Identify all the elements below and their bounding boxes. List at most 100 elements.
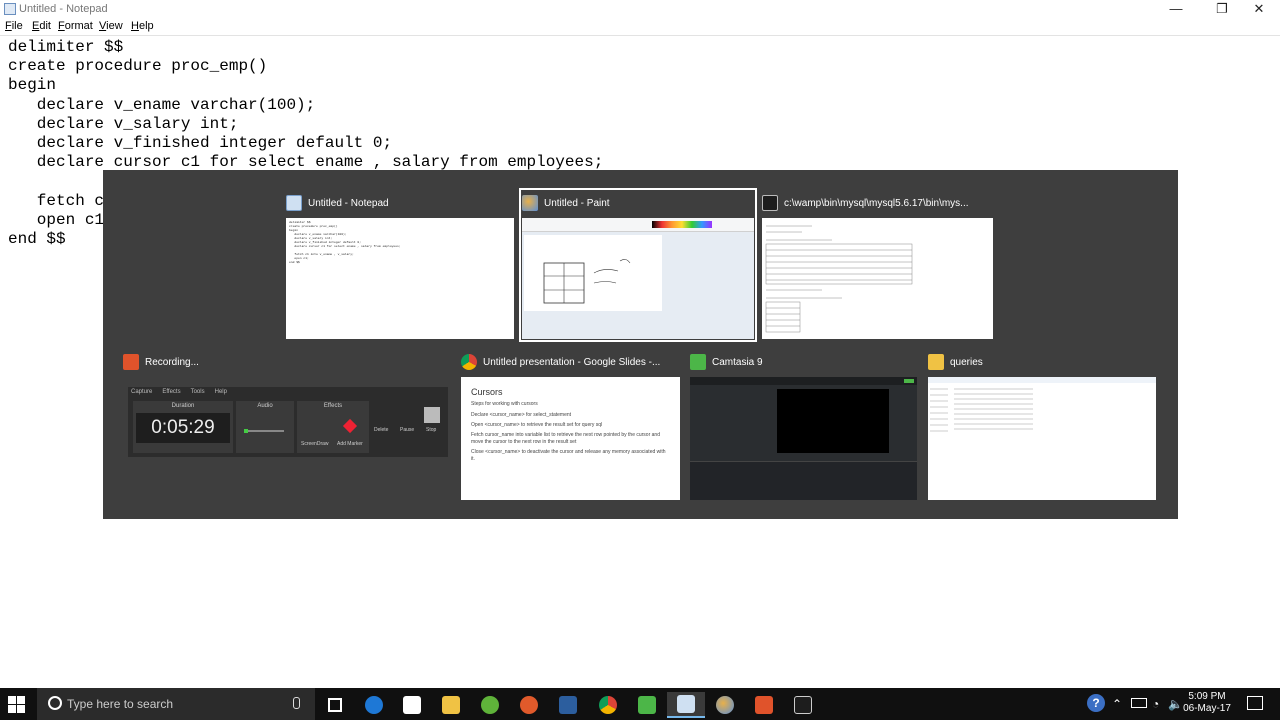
pause-button: Pause — [400, 427, 415, 433]
chrome-icon — [599, 696, 617, 714]
clock-date: 06-May-17 — [1183, 703, 1231, 714]
taskbar-paint[interactable] — [706, 692, 744, 718]
camtasia-thumbnail — [690, 377, 917, 500]
switcher-item-title: Untitled presentation - Google Slides -.… — [483, 356, 661, 368]
recorder-thumbnail: Capture Effects Tools Help Duration 0:05… — [128, 387, 448, 457]
menu-edit[interactable]: Edit — [32, 20, 51, 32]
clock[interactable]: 5:09 PM 06-May-17 — [1180, 691, 1234, 715]
menu-file[interactable]: File — [5, 20, 23, 32]
action-center-icon[interactable] — [1247, 696, 1263, 710]
menu-bar: File Edit Format View Help — [0, 19, 1280, 34]
taskbar-app-green[interactable] — [471, 692, 509, 718]
taskbar-app-blue[interactable] — [549, 692, 587, 718]
microphone-icon[interactable] — [293, 697, 300, 709]
notepad-icon — [677, 695, 695, 713]
switcher-item-title: queries — [950, 356, 983, 368]
taskbar-store[interactable] — [393, 692, 431, 718]
camtasia-icon — [638, 696, 656, 714]
wifi-icon[interactable]: ◔ — [1152, 697, 1159, 711]
switcher-item-title: Camtasia 9 — [712, 356, 763, 368]
camtasia-recorder-icon — [755, 696, 773, 714]
switcher-item-title: Untitled - Notepad — [308, 197, 389, 209]
clock-time: 5:09 PM — [1188, 691, 1226, 702]
recorder-menu-item: Effects — [162, 389, 181, 395]
menu-format[interactable]: Format — [58, 20, 93, 32]
task-view-button[interactable] — [316, 692, 354, 718]
screendraw-button: ScreenDraw — [301, 441, 329, 447]
console-thumbnail — [762, 218, 993, 339]
console-icon — [762, 195, 778, 211]
edge-icon — [365, 696, 383, 714]
menu-help[interactable]: Help — [131, 20, 154, 32]
file-explorer-icon — [442, 696, 460, 714]
paint-icon — [522, 195, 538, 211]
paint-ribbon — [522, 218, 754, 232]
green-app-icon — [481, 696, 499, 714]
paint-icon — [716, 696, 734, 714]
close-button[interactable]: ✕ — [1244, 0, 1274, 18]
recorder-menu-item: Help — [214, 389, 227, 395]
maximize-button[interactable]: ❐ — [1207, 0, 1237, 18]
battery-icon[interactable] — [1131, 698, 1147, 708]
help-icon[interactable]: ? — [1087, 694, 1105, 712]
paint-thumbnail — [522, 218, 754, 339]
camtasia-recorder-icon — [123, 354, 139, 370]
explorer-thumbnail — [928, 377, 1156, 500]
taskbar-console[interactable] — [784, 692, 822, 718]
duration-label: Duration — [171, 403, 195, 409]
audio-panel: Audio — [236, 401, 294, 453]
taskbar-app-orange[interactable] — [510, 692, 548, 718]
switcher-item-title: c:\wamp\bin\mysql\mysql5.6.17\bin\mys... — [784, 197, 969, 209]
stop-button: Stop — [426, 427, 437, 433]
slides-thumbnail: Cursors Steps for working with cursors D… — [461, 377, 680, 500]
folder-icon — [928, 354, 944, 370]
taskbar-search[interactable]: Type here to search — [37, 688, 315, 720]
slide-bullet: Declare <cursor_name> for select_stateme… — [471, 412, 572, 418]
slide-bullet: Fetch cursor_name into variable list to … — [471, 432, 660, 445]
taskbar: Type here to search ? ⌃ ◔ 🔈 5:09 PM 06-M… — [0, 688, 1280, 720]
camtasia-timeline — [690, 461, 917, 500]
slide-heading: Cursors — [471, 387, 503, 397]
camtasia-canvas — [777, 389, 889, 453]
taskbar-camtasia[interactable] — [628, 692, 666, 718]
slide-intro: Steps for working with cursors — [471, 401, 538, 407]
search-placeholder: Type here to search — [67, 697, 174, 711]
menu-view[interactable]: View — [99, 20, 123, 32]
chrome-icon — [461, 354, 477, 370]
paint-sketch — [543, 259, 631, 304]
recorder-menu-item: Capture — [131, 389, 153, 395]
audio-slider — [246, 430, 284, 432]
console-icon — [794, 696, 812, 714]
share-button — [904, 379, 914, 383]
effects-label: Effects — [323, 403, 343, 409]
taskbar-notepad[interactable] — [667, 692, 705, 718]
windows-start-icon[interactable] — [8, 696, 25, 713]
add-marker-button: Add Marker — [337, 441, 363, 447]
audio-label: Audio — [257, 403, 273, 409]
blue-app-icon — [559, 696, 577, 714]
taskbar-chrome[interactable] — [589, 692, 627, 718]
taskbar-explorer[interactable] — [432, 692, 470, 718]
camtasia-icon — [690, 354, 706, 370]
title-bar: Untitled - Notepad — ❐ ✕ — [0, 0, 1280, 19]
taskbar-recorder[interactable] — [745, 692, 783, 718]
audio-level-icon — [244, 429, 248, 433]
paint-canvas — [524, 235, 662, 311]
cortana-icon — [48, 696, 62, 710]
notepad-icon — [4, 3, 16, 15]
duration-panel: Duration 0:05:29 — [133, 401, 233, 453]
notepad-icon — [286, 195, 302, 211]
slide-bullet: Open <cursor_name> to retrieve the resul… — [471, 422, 603, 428]
paint-palette — [652, 221, 712, 228]
notepad-thumbnail-text: delimiter $$ create procedure proc_emp()… — [289, 221, 401, 264]
stop-icon — [424, 407, 440, 423]
switcher-item-title: Recording... — [145, 356, 199, 368]
slide-bullet: Close <cursor_name> to deactivate the cu… — [471, 449, 666, 462]
task-view-icon — [328, 698, 342, 712]
minimize-button[interactable]: — — [1161, 0, 1191, 18]
orange-app-icon — [520, 696, 538, 714]
camtasia-menu — [690, 377, 917, 385]
show-hidden-icons-icon[interactable]: ⌃ — [1112, 697, 1122, 711]
taskbar-edge[interactable] — [355, 692, 393, 718]
recorder-menu-item: Tools — [190, 389, 205, 395]
